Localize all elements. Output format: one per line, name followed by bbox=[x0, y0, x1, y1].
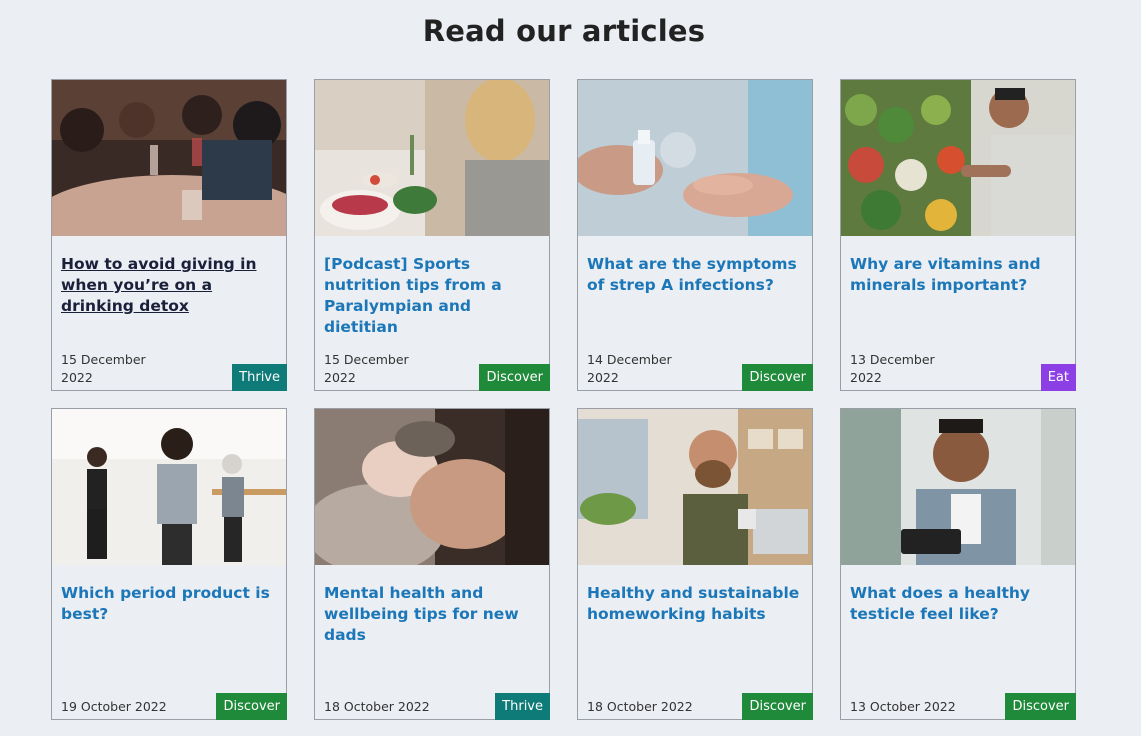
article-card[interactable]: How to avoid giving in when you’re on a … bbox=[51, 79, 287, 391]
article-date: 18 October 2022 bbox=[324, 699, 430, 714]
man-working-from-home-image[interactable] bbox=[578, 409, 812, 565]
man-shopping-vegetables-image[interactable] bbox=[841, 80, 1075, 236]
category-badge[interactable]: Discover bbox=[216, 693, 287, 720]
article-title-link[interactable]: How to avoid giving in when you’re on a … bbox=[61, 254, 277, 317]
category-badge[interactable]: Eat bbox=[1040, 364, 1076, 391]
article-date: 14 December 2022 bbox=[587, 352, 672, 385]
article-title-link[interactable]: Which period product is best? bbox=[61, 583, 277, 625]
article-title-link[interactable]: Mental health and wellbeing tips for new… bbox=[324, 583, 540, 646]
article-card[interactable]: What does a healthy testicle feel like? … bbox=[840, 408, 1076, 720]
article-card[interactable]: Mental health and wellbeing tips for new… bbox=[314, 408, 550, 720]
page-title: Read our articles bbox=[422, 14, 706, 48]
article-title-link[interactable]: [Podcast] Sports nutrition tips from a P… bbox=[324, 254, 540, 338]
category-badge[interactable]: Thrive bbox=[495, 693, 550, 720]
category-badge[interactable]: Thrive bbox=[232, 364, 287, 391]
category-badge[interactable]: Discover bbox=[1005, 693, 1076, 720]
article-card[interactable]: [Podcast] Sports nutrition tips from a P… bbox=[314, 79, 550, 391]
article-card[interactable]: Healthy and sustainable homeworking habi… bbox=[577, 408, 813, 720]
category-badge[interactable]: Discover bbox=[742, 693, 813, 720]
article-card[interactable]: Which period product is best? 19 October… bbox=[51, 408, 287, 720]
article-title-link[interactable]: What are the symptoms of strep A infecti… bbox=[587, 254, 803, 296]
dad-with-newborn-baby-image[interactable] bbox=[315, 409, 549, 565]
women-dancing-fitness-class-image[interactable] bbox=[52, 409, 286, 565]
man-reading-tablet-image[interactable] bbox=[841, 409, 1075, 565]
article-card[interactable]: Why are vitamins and minerals important?… bbox=[840, 79, 1076, 391]
article-date: 19 October 2022 bbox=[61, 699, 167, 714]
woman-preparing-salad-image[interactable] bbox=[315, 80, 549, 236]
article-card[interactable]: What are the symptoms of strep A infecti… bbox=[577, 79, 813, 391]
hand-sanitiser-spray-image[interactable] bbox=[578, 80, 812, 236]
article-date: 13 December 2022 bbox=[850, 352, 935, 385]
article-date: 15 December 2022 bbox=[61, 352, 146, 385]
article-title-link[interactable]: Why are vitamins and minerals important? bbox=[850, 254, 1066, 296]
article-date: 13 October 2022 bbox=[850, 699, 956, 714]
article-date: 15 December 2022 bbox=[324, 352, 409, 385]
articles-grid: How to avoid giving in when you’re on a … bbox=[51, 79, 1076, 720]
article-date: 18 October 2022 bbox=[587, 699, 693, 714]
article-title-link[interactable]: What does a healthy testicle feel like? bbox=[850, 583, 1066, 625]
category-badge[interactable]: Discover bbox=[479, 364, 550, 391]
category-badge[interactable]: Discover bbox=[742, 364, 813, 391]
article-title-link[interactable]: Healthy and sustainable homeworking habi… bbox=[587, 583, 803, 625]
people-drinking-at-bar-image[interactable] bbox=[52, 80, 286, 236]
